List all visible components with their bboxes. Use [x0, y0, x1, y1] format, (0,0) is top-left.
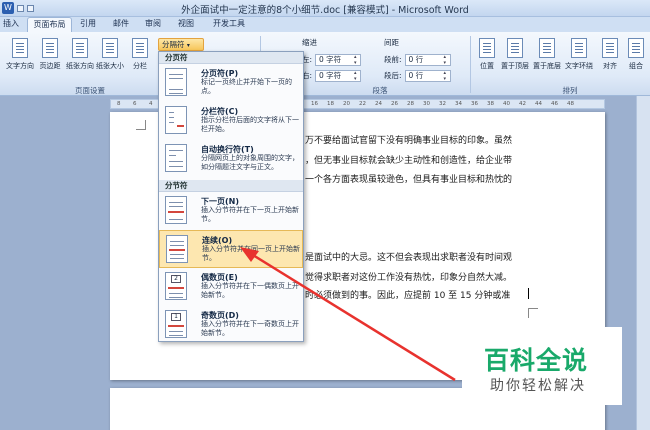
watermark-title: 百科全说 — [484, 346, 589, 375]
watermark-logo: 百科全说 助你轻松解决 — [462, 327, 622, 405]
watermark-subtitle: 助你轻松解决 — [490, 378, 586, 394]
arrow-shaft — [247, 250, 456, 382]
arrow-head-icon — [240, 247, 259, 262]
